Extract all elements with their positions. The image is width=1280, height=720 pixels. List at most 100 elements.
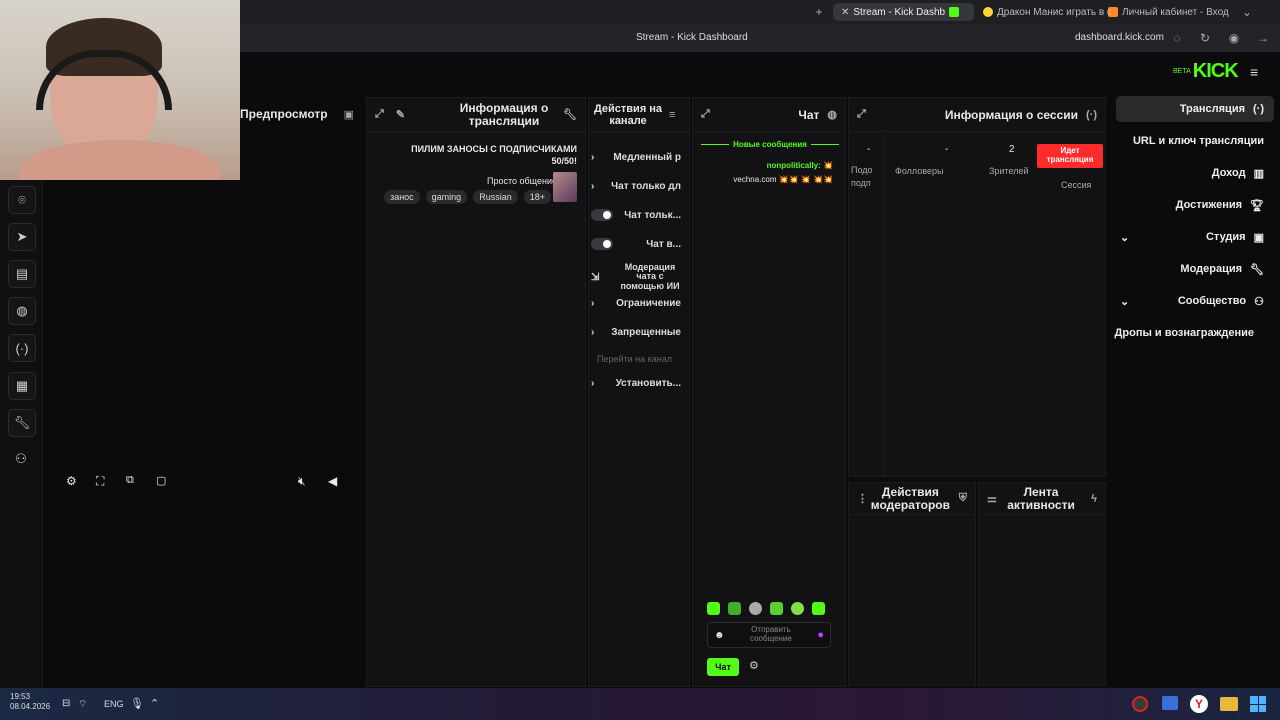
tag[interactable]: Russian: [473, 190, 518, 204]
tab-label: Stream - Kick Dashb: [853, 6, 946, 18]
wrench-icon[interactable]: 🔧︎: [8, 409, 36, 437]
close-icon[interactable]: ✕: [841, 7, 849, 18]
tag[interactable]: занос: [384, 190, 420, 204]
sidebar-item-drops[interactable]: Дропы и вознаграждение: [1115, 320, 1254, 346]
menu-icon[interactable]: ≡: [1250, 64, 1258, 80]
expand-icon[interactable]: ⤢: [375, 108, 384, 121]
expand-icon[interactable]: ⤢: [857, 108, 866, 121]
channel-action-followers-only[interactable]: Чат только дл ›: [591, 175, 681, 197]
channel-action-restrictions[interactable]: Ограничение ›: [591, 292, 681, 314]
sidebar-item-revenue[interactable]: Доход ▥: [1212, 160, 1264, 186]
webcam-shoulders-image: [20, 140, 220, 180]
new-tab-button[interactable]: +: [810, 3, 828, 21]
back-icon[interactable]: →: [1254, 29, 1272, 47]
kick-logo[interactable]: BETA KICK: [1173, 60, 1239, 83]
chat-input[interactable]: ☻ Отправить сообщение ●: [707, 622, 831, 648]
revenue-icon: ▥: [1253, 167, 1264, 180]
studio-icon: ▣: [1253, 231, 1264, 244]
menu-dots-icon[interactable]: ⋮: [857, 492, 868, 505]
clock[interactable]: 19:53 08.04.2026: [10, 692, 50, 713]
toggle-switch[interactable]: [591, 209, 613, 221]
microphone-icon[interactable]: 🎙︎: [130, 697, 144, 710]
chevron-right-icon: ›: [591, 326, 595, 338]
tab-list-icon[interactable]: ⌄: [1238, 3, 1256, 21]
emote-icon[interactable]: [728, 602, 741, 615]
toggle-switch[interactable]: [591, 238, 613, 250]
stream-title[interactable]: ПИЛИМ ЗАНОСЫ С ПОДПИСЧИКАМИ 50/50!: [387, 143, 577, 167]
go-to-channel-link[interactable]: Перейти на канал: [597, 354, 672, 364]
gear-icon[interactable]: ⚙: [749, 659, 759, 672]
yandex-browser-icon[interactable]: Y: [1190, 695, 1208, 713]
gear-icon[interactable]: ⚙: [66, 474, 77, 488]
sidebar-item-moderation[interactable]: Модерация 🔧︎: [1180, 256, 1264, 282]
channel-action-subs-only[interactable]: Чат тольк...: [591, 204, 681, 226]
list-icon[interactable]: ≡: [669, 109, 675, 121]
clock-time: 19:53: [10, 692, 31, 701]
mic-icon[interactable]: ●: [817, 629, 824, 641]
emote-icon[interactable]: [749, 602, 762, 615]
sidebar-item-studio[interactable]: ⌄ Студия ▣: [1106, 224, 1264, 250]
followers-label: Фолловеры: [895, 166, 944, 176]
emote-icon[interactable]: [770, 602, 783, 615]
pointer-icon[interactable]: ➤: [8, 223, 36, 251]
expand-icon[interactable]: ⤢: [701, 108, 710, 121]
channel-action-slow-mode[interactable]: Медленный р ›: [591, 146, 681, 168]
document-icon[interactable]: ▤: [8, 260, 36, 288]
tag[interactable]: gaming: [425, 190, 468, 204]
chat-username[interactable]: nonpolitically:: [767, 161, 821, 170]
folder-icon[interactable]: [1220, 697, 1238, 711]
notification-icon[interactable]: ⊟: [62, 698, 70, 709]
emote-icon[interactable]: [707, 602, 720, 615]
wrench-icon[interactable]: 🔧︎: [563, 108, 577, 121]
tab-kick-cabinet[interactable]: Личный кабинет - Вход: [1100, 3, 1237, 21]
channel-action-label: Установить...: [615, 377, 681, 389]
sidebar-item-achievements[interactable]: Достижения 🏆︎: [1176, 192, 1264, 218]
community-icon[interactable]: ⚇: [8, 446, 34, 472]
emote-icon[interactable]: [812, 602, 825, 615]
broadcast-icon[interactable]: (·): [8, 334, 36, 362]
channel-action-set[interactable]: Установить... ›: [591, 372, 681, 394]
theater-icon[interactable]: ▢: [156, 474, 166, 487]
fullscreen-icon[interactable]: ⛶: [96, 474, 104, 489]
stream-category[interactable]: Просто общение: [447, 176, 557, 186]
tab-dragon-mania[interactable]: Дракон Манис играть в с: [975, 3, 1120, 21]
channel-action-ai-moderation[interactable]: Модерация чата с помощью ИИ ⇲: [591, 260, 681, 294]
emoji-icon[interactable]: ☻: [714, 630, 725, 641]
profile-icon[interactable]: ◉: [1225, 29, 1243, 47]
send-chat-button[interactable]: Чат: [707, 658, 739, 676]
pip-icon[interactable]: ⧉: [126, 474, 134, 487]
tab-kick-dashboard[interactable]: ✕ Stream - Kick Dashb: [833, 3, 974, 21]
lock-icon[interactable]: ◌: [1168, 29, 1186, 47]
tag[interactable]: 18+: [523, 190, 551, 204]
viewers-value: 2: [1009, 144, 1015, 155]
layout-icon[interactable]: ▦: [8, 372, 36, 400]
camera-icon[interactable]: ⌾: [8, 186, 36, 214]
windows-start-icon[interactable]: [1250, 696, 1266, 712]
emote-icon[interactable]: [791, 602, 804, 615]
play-icon[interactable]: ◀: [328, 474, 337, 488]
chevron-down-icon[interactable]: ⌄: [1120, 231, 1129, 244]
broadcast-icon: (·): [1086, 108, 1097, 121]
mute-icon[interactable]: 🔇︎: [298, 474, 306, 489]
recording-app-icon[interactable]: [1132, 696, 1148, 712]
url-field[interactable]: dashboard.kick.com: [1075, 32, 1164, 43]
new-messages-divider[interactable]: Новые сообщения: [701, 140, 839, 149]
sidebar-item-broadcast[interactable]: Трансляция (·): [1116, 96, 1274, 122]
app-icon[interactable]: [1162, 696, 1178, 710]
category-thumbnail[interactable]: [553, 172, 577, 202]
chat-bubble-icon[interactable]: ◍: [8, 297, 36, 325]
sidebar-item-community[interactable]: ⌄ Сообщество ⚇: [1106, 288, 1264, 314]
chevron-down-icon[interactable]: ⌄: [1120, 295, 1129, 308]
webcam-overlay: [0, 0, 240, 180]
channel-action-banned[interactable]: Запрещенные ›: [591, 321, 681, 343]
wrench-icon: 🔧︎: [1250, 263, 1264, 276]
filter-icon[interactable]: ⚌: [987, 492, 997, 505]
channel-action-emote-only[interactable]: Чат в...: [591, 233, 681, 255]
edit-icon[interactable]: ✎: [396, 108, 405, 121]
chevron-up-icon[interactable]: ⌃: [150, 697, 159, 710]
wifi-icon[interactable]: ⌔: [78, 698, 87, 711]
language-indicator[interactable]: ENG: [104, 699, 124, 709]
tab-label: Дракон Манис играть в с: [997, 6, 1112, 18]
sidebar-item-url-key[interactable]: URL и ключ трансляции: [1133, 128, 1264, 154]
reload-icon[interactable]: ↻: [1196, 29, 1214, 47]
